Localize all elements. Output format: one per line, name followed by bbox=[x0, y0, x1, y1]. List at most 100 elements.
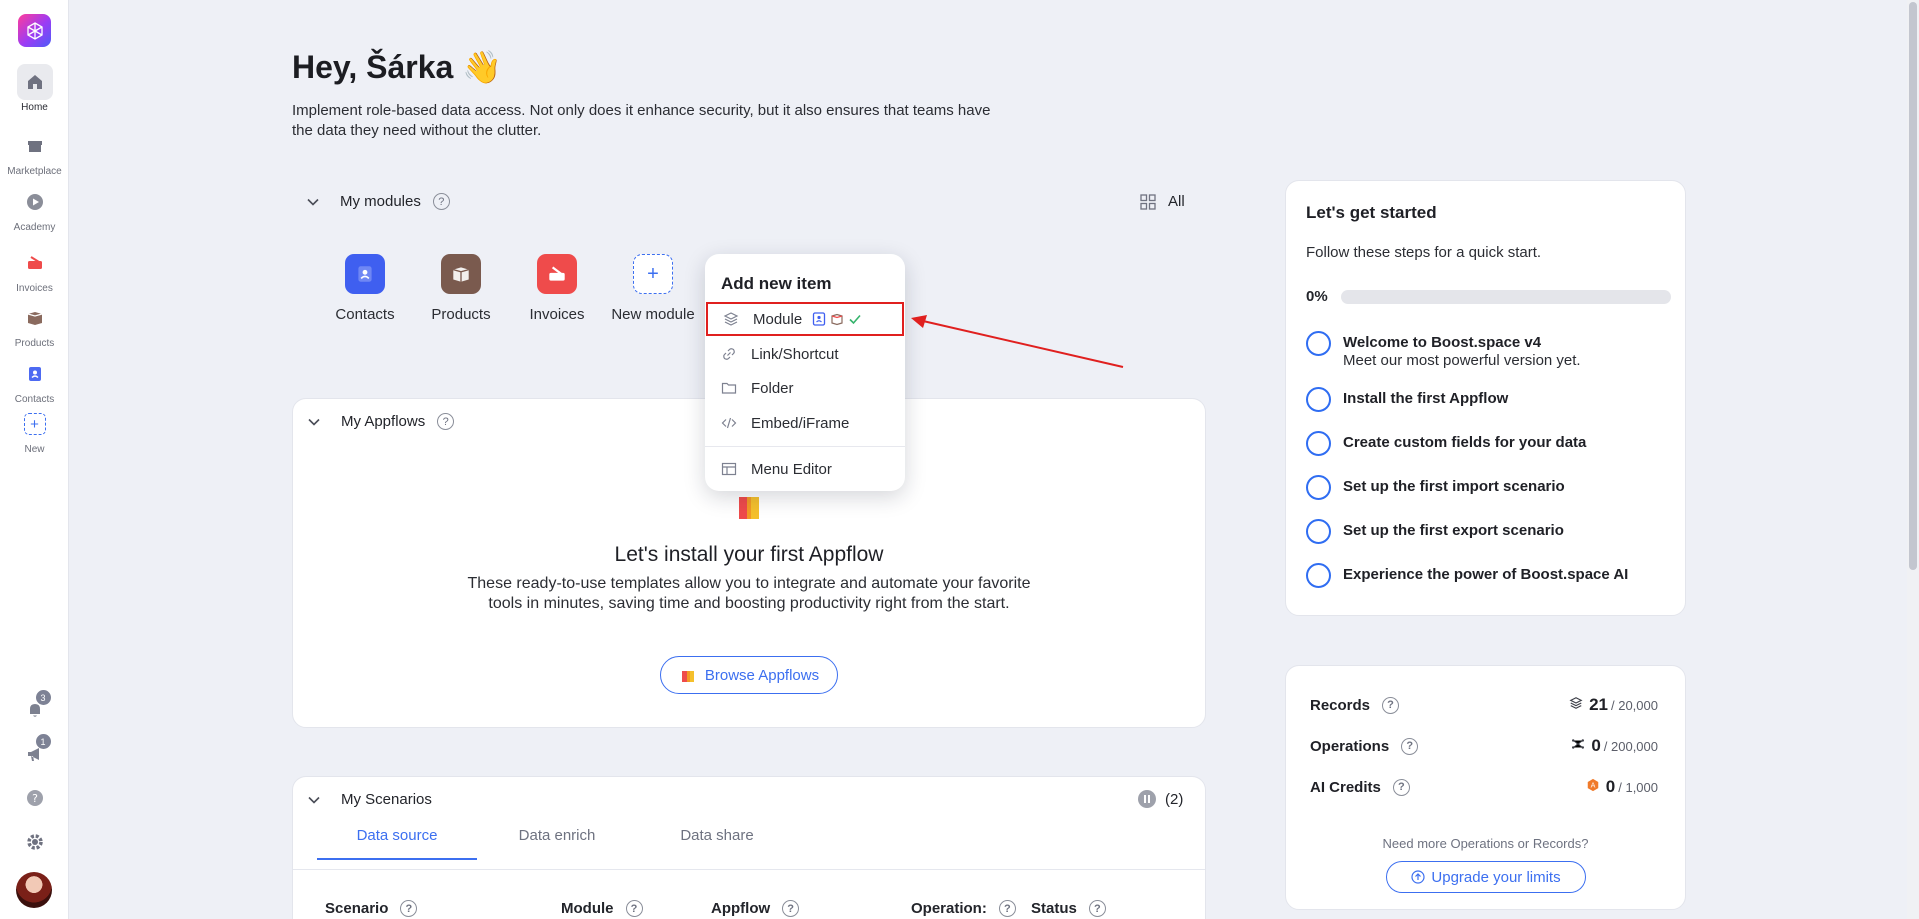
store-icon bbox=[17, 128, 53, 164]
popup-item-embed-iframe[interactable]: Embed/iFrame bbox=[705, 406, 905, 440]
my-modules-header: My modules ? bbox=[306, 193, 450, 210]
step-circle-icon bbox=[1306, 431, 1331, 456]
help-icon[interactable]: ? bbox=[782, 900, 800, 917]
usage-label: Operations bbox=[1310, 737, 1390, 755]
step-install-appflow[interactable]: Install the first Appflow bbox=[1306, 387, 1508, 412]
settings-button[interactable] bbox=[0, 824, 69, 860]
tab-data-source[interactable]: Data source bbox=[317, 827, 477, 860]
help-icon[interactable]: ? bbox=[400, 900, 418, 917]
help-icon[interactable]: ? bbox=[1088, 900, 1106, 917]
step-import-scenario[interactable]: Set up the first import scenario bbox=[1306, 475, 1565, 500]
help-button[interactable]: ? bbox=[0, 780, 69, 816]
chevron-down-icon[interactable] bbox=[307, 793, 321, 807]
notifications-button[interactable]: 3 bbox=[0, 690, 69, 728]
step-circle-icon bbox=[1306, 475, 1331, 500]
appflow-icon bbox=[681, 671, 694, 682]
page-title: Hey, Šárka 👋 bbox=[292, 49, 503, 85]
need-more-text: Need more Operations or Records? bbox=[1382, 836, 1589, 851]
ai-credits-icon: A bbox=[1587, 778, 1599, 792]
page-intro: Implement role-based data access. Not on… bbox=[292, 102, 991, 139]
popup-item-menu-editor[interactable]: Menu Editor bbox=[705, 452, 905, 486]
step-title: Experience the power of Boost.space AI bbox=[1343, 566, 1629, 583]
sidebar-item-label: Invoices bbox=[16, 283, 53, 294]
usage-label: AI Credits bbox=[1310, 778, 1381, 796]
column-label: Status bbox=[1031, 900, 1077, 917]
upgrade-limits-button[interactable]: Upgrade your limits bbox=[1386, 861, 1586, 893]
column-label: Appflow bbox=[711, 900, 771, 917]
contacts-icon bbox=[345, 254, 385, 294]
popup-item-link-shortcut[interactable]: Link/Shortcut bbox=[705, 337, 905, 371]
step-export-scenario[interactable]: Set up the first export scenario bbox=[1306, 519, 1564, 544]
usage-row-operations: Operations? 0/ 200,000 bbox=[1310, 736, 1658, 756]
sidebar-item-contacts[interactable]: Contacts bbox=[0, 356, 69, 405]
help-icon[interactable]: ? bbox=[1382, 696, 1400, 714]
step-title: Install the first Appflow bbox=[1343, 390, 1509, 407]
plus-icon: + bbox=[633, 254, 673, 294]
usage-row-records: Records? 21/ 20,000 bbox=[1310, 695, 1658, 715]
step-welcome[interactable]: Welcome to Boost.space v4 Meet our most p… bbox=[1306, 331, 1581, 370]
usage-value: 21 bbox=[1589, 695, 1608, 714]
product-box-icon bbox=[831, 313, 843, 326]
help-icon[interactable]: ? bbox=[437, 413, 455, 430]
chevron-down-icon[interactable] bbox=[307, 415, 321, 429]
sidebar-item-invoices[interactable]: Invoices bbox=[0, 245, 69, 294]
user-avatar[interactable] bbox=[16, 872, 52, 908]
section-title: My modules bbox=[340, 193, 421, 210]
sidebar-item-home[interactable]: Home bbox=[0, 64, 69, 113]
tab-data-enrich[interactable]: Data enrich bbox=[477, 827, 637, 860]
operations-icon bbox=[1572, 739, 1585, 749]
boost-space-logo[interactable] bbox=[18, 14, 51, 47]
module-new[interactable]: + New module bbox=[605, 254, 701, 323]
step-boost-space-ai[interactable]: Experience the power of Boost.space AI bbox=[1306, 563, 1628, 588]
column-header-status[interactable]: Status? bbox=[1031, 900, 1106, 917]
step-circle-icon bbox=[1306, 387, 1331, 412]
help-icon[interactable]: ? bbox=[1392, 778, 1410, 796]
popup-item-label: Embed/iFrame bbox=[751, 414, 850, 432]
tab-data-share[interactable]: Data share bbox=[637, 827, 797, 860]
invoice-icon bbox=[537, 254, 577, 294]
sidebar-item-label: Home bbox=[21, 102, 48, 113]
bell-icon: 3 bbox=[17, 690, 53, 728]
help-icon[interactable]: ? bbox=[625, 900, 643, 917]
sidebar-item-label: Products bbox=[14, 338, 55, 349]
column-header-scenario[interactable]: Scenario? bbox=[325, 900, 418, 917]
help-icon[interactable]: ? bbox=[1401, 737, 1419, 755]
sidebar-item-products[interactable]: Products bbox=[0, 300, 69, 349]
section-title: My Appflows bbox=[341, 413, 426, 430]
announcements-button[interactable]: 1 bbox=[0, 734, 69, 772]
my-appflows-header: My Appflows ? bbox=[307, 413, 455, 430]
chevron-down-icon[interactable] bbox=[306, 195, 320, 209]
module-contacts[interactable]: Contacts bbox=[317, 254, 413, 323]
column-header-module[interactable]: Module? bbox=[561, 900, 643, 917]
help-icon[interactable]: ? bbox=[998, 900, 1016, 917]
module-invoices[interactable]: Invoices bbox=[509, 254, 605, 323]
scenarios-count-indicator[interactable]: (2) bbox=[1137, 789, 1183, 809]
column-header-operations[interactable]: Operation:? bbox=[911, 900, 1016, 917]
scrollbar-thumb[interactable] bbox=[1909, 2, 1917, 570]
browse-appflows-button[interactable]: Browse Appflows bbox=[660, 656, 838, 694]
step-circle-icon bbox=[1306, 563, 1331, 588]
section-title: My Scenarios bbox=[341, 791, 432, 808]
module-products[interactable]: Products bbox=[413, 254, 509, 323]
product-box-icon bbox=[17, 300, 53, 336]
all-modules-button[interactable]: All bbox=[1140, 193, 1185, 210]
sidebar-item-marketplace[interactable]: Marketplace bbox=[0, 128, 69, 177]
popup-item-folder[interactable]: Folder bbox=[705, 371, 905, 405]
popup-divider bbox=[705, 446, 905, 447]
step-subtitle: Meet our most powerful version yet. bbox=[1343, 352, 1581, 369]
page-scrollbar[interactable] bbox=[1907, 0, 1919, 919]
table-icon bbox=[721, 461, 737, 477]
appflow-illustration-icon bbox=[725, 487, 773, 521]
popup-title: Add new item bbox=[721, 274, 832, 293]
column-header-appflow[interactable]: Appflow? bbox=[711, 900, 800, 917]
step-custom-fields[interactable]: Create custom fields for your data bbox=[1306, 431, 1586, 456]
sidebar-item-academy[interactable]: Academy bbox=[0, 184, 69, 233]
svg-text:?: ? bbox=[32, 792, 38, 805]
help-icon[interactable]: ? bbox=[432, 193, 450, 210]
popup-item-module[interactable]: Module bbox=[706, 302, 904, 336]
layers-icon bbox=[723, 311, 739, 327]
sidebar-item-new[interactable]: + New bbox=[0, 406, 69, 455]
gear-icon bbox=[17, 824, 53, 860]
tabs-divider bbox=[293, 869, 1205, 870]
announcement-count-badge: 1 bbox=[35, 734, 51, 749]
